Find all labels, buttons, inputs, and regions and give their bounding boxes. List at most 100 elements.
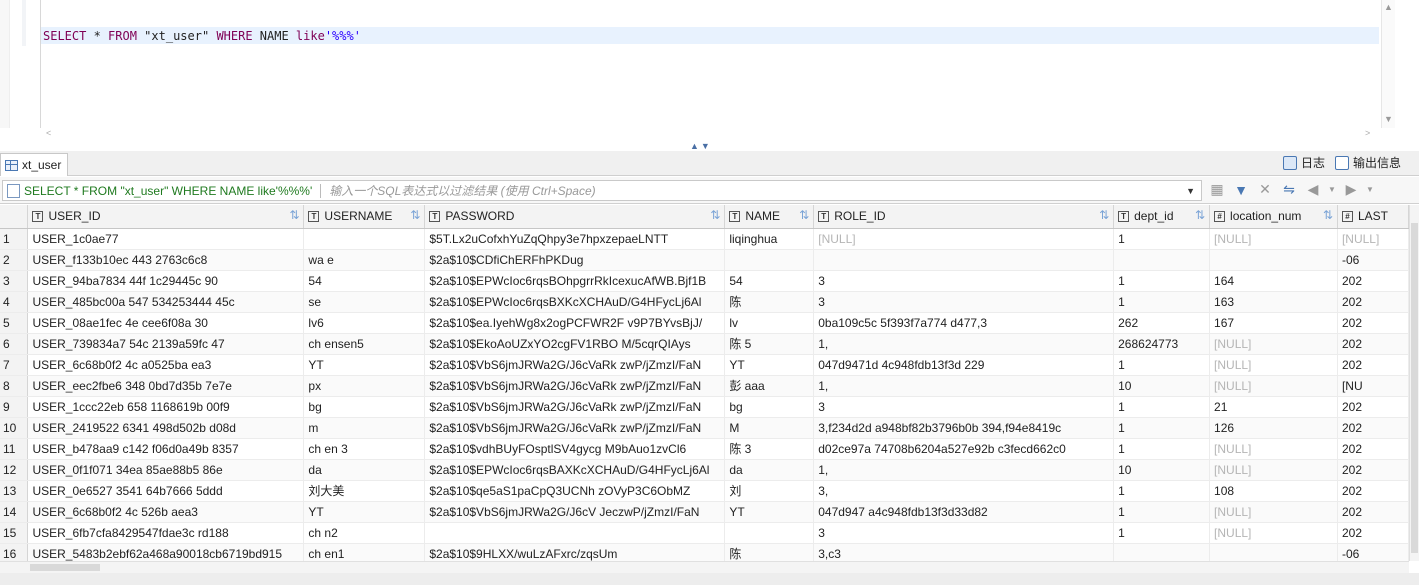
scroll-down-icon[interactable]: ▼ xyxy=(1384,114,1393,124)
table-cell[interactable]: 1 xyxy=(1113,438,1211,460)
table-row[interactable]: 11 USER_b478aa9 c142 f06d0a49b 8357 ch en … xyxy=(0,438,1409,460)
table-cell[interactable]: 1 xyxy=(1113,291,1211,313)
table-cell[interactable]: 21 xyxy=(1209,396,1338,418)
table-cell[interactable] xyxy=(1113,543,1211,561)
table-cell[interactable]: [NULL] xyxy=(1337,228,1409,250)
scroll-thumb[interactable] xyxy=(1411,223,1418,553)
table-cell[interactable]: 1 xyxy=(1113,480,1211,502)
table-cell[interactable]: [NULL] xyxy=(1209,228,1338,250)
table-cell[interactable]: [NU xyxy=(1337,375,1409,397)
table-cell[interactable]: 陈 3 xyxy=(724,438,815,460)
row-number[interactable]: 14 xyxy=(0,501,29,523)
table-cell[interactable]: 彭 aaa xyxy=(724,375,815,397)
sort-icon[interactable]: ⇅ xyxy=(410,208,420,222)
back-arrow-icon[interactable]: ◀ xyxy=(1304,181,1322,198)
table-cell[interactable]: ch en 3 xyxy=(303,438,426,460)
table-cell[interactable]: [NULL] xyxy=(1209,501,1338,523)
table-cell[interactable]: 202 xyxy=(1337,480,1409,502)
table-cell[interactable]: 047d9471d 4c948fdb13f3d 229 xyxy=(813,354,1115,376)
table-cell[interactable]: USER_5483b2ebf62a468a90018cb6719bd915 xyxy=(27,543,305,561)
table-cell[interactable]: $2a$10$VbS6jmJRWa2G/J6cVaRk zwP/jZmzI/Fa… xyxy=(424,417,726,439)
table-cell[interactable]: d02ce97a 74708b6204a527e92b c3fecd662c0 xyxy=(813,438,1115,460)
table-cell[interactable] xyxy=(1113,249,1211,271)
table-cell[interactable]: 1 xyxy=(1113,228,1211,250)
table-cell[interactable]: 202 xyxy=(1337,270,1409,292)
table-cell[interactable]: 262 xyxy=(1113,312,1211,334)
grid-vertical-scrollbar[interactable] xyxy=(1409,205,1419,561)
table-cell[interactable]: 047d947 a4c948fdb13f3d33d82 xyxy=(813,501,1115,523)
column-header[interactable]: Tdept_id ⇅ xyxy=(1113,205,1211,229)
row-number[interactable]: 8 xyxy=(0,375,29,397)
sql-editor[interactable]: SELECT * FROM "xt_user" WHERE NAME like'… xyxy=(0,0,1419,140)
table-cell[interactable]: px xyxy=(303,375,426,397)
save-filter-icon[interactable]: ▦ xyxy=(1208,181,1226,198)
table-cell[interactable]: USER_08ae1fec 4e cee6f08a 30 xyxy=(27,312,305,334)
table-cell[interactable]: 1, xyxy=(813,459,1115,481)
table-cell[interactable]: ch ensen5 xyxy=(303,333,426,355)
table-cell[interactable]: USER_6c68b0f2 4c 526b aea3 xyxy=(27,501,305,523)
table-cell[interactable]: USER_739834a7 54c 2139a59fc 47 xyxy=(27,333,305,355)
column-header[interactable]: T USER_ID ⇅ xyxy=(27,205,305,229)
table-cell[interactable]: 202 xyxy=(1337,459,1409,481)
table-cell[interactable]: [NULL] xyxy=(1209,333,1338,355)
table-cell[interactable]: USER_eec2fbe6 348 0bd7d35b 7e7e xyxy=(27,375,305,397)
table-cell[interactable]: 268624773 xyxy=(1113,333,1211,355)
table-row[interactable]: 15 USER_6fb7cfa8429547fdae3c rd188 ch n2 3 1… xyxy=(0,522,1409,544)
table-cell[interactable] xyxy=(724,249,815,271)
row-number[interactable]: 11 xyxy=(0,438,29,460)
table-cell[interactable]: liqinghua xyxy=(724,228,815,250)
sort-icon[interactable]: ⇅ xyxy=(1099,208,1109,222)
row-number[interactable]: 9 xyxy=(0,396,29,418)
table-cell[interactable]: 164 xyxy=(1209,270,1338,292)
table-cell[interactable]: 3 xyxy=(813,396,1115,418)
scroll-left-icon[interactable]: < xyxy=(46,128,51,138)
table-cell[interactable]: M xyxy=(724,417,815,439)
table-cell[interactable]: 陈 xyxy=(724,543,815,561)
table-cell[interactable]: 202 xyxy=(1337,438,1409,460)
table-cell[interactable]: 1 xyxy=(1113,354,1211,376)
table-cell[interactable]: 163 xyxy=(1209,291,1338,313)
table-cell[interactable]: 202 xyxy=(1337,291,1409,313)
table-cell[interactable]: 3 xyxy=(813,270,1115,292)
refresh-icon[interactable]: ⇋ xyxy=(1280,181,1298,198)
table-cell[interactable]: $2a$10$vdhBUyFOsptlSV4gycg M9bAuo1zvCl6 xyxy=(424,438,726,460)
sort-icon[interactable]: ⇅ xyxy=(1195,208,1205,222)
table-row[interactable]: 3 USER_94ba7834 44f 1c29445c 90 54 $2a$10$E… xyxy=(0,270,1409,292)
editor-vertical-scrollbar[interactable] xyxy=(1381,0,1395,128)
table-row[interactable]: 16 USER_5483b2ebf62a468a90018cb6719bd915 c… xyxy=(0,543,1409,561)
row-number[interactable]: 5 xyxy=(0,312,29,334)
table-cell[interactable]: 54 xyxy=(724,270,815,292)
table-cell[interactable]: $2a$10$EPWcIoc6rqsBAXKcXCHAuD/G4HFycLj6A… xyxy=(424,459,726,481)
scroll-right-icon[interactable]: > xyxy=(1365,128,1370,138)
sort-icon[interactable]: ⇅ xyxy=(799,208,809,222)
forward-dropdown-icon[interactable]: ▼ xyxy=(1366,185,1374,194)
table-cell[interactable]: 3,f234d2d a948bf82b3796b0b 394,f94e8419c xyxy=(813,417,1115,439)
row-number[interactable]: 13 xyxy=(0,480,29,502)
table-cell[interactable]: $2a$10$qe5aS1paCpQ3UCNh zOVyP3C6ObMZ xyxy=(424,480,726,502)
table-row[interactable]: 4 USER_485bc00a 547 534253444 45c se $2a$10… xyxy=(0,291,1409,313)
table-cell[interactable] xyxy=(1209,543,1338,561)
back-dropdown-icon[interactable]: ▼ xyxy=(1328,185,1336,194)
table-cell[interactable]: 0ba109c5c 5f393f7a774 d477,3 xyxy=(813,312,1115,334)
table-cell[interactable]: 202 xyxy=(1337,312,1409,334)
sort-icon[interactable]: ⇅ xyxy=(289,208,299,222)
table-cell[interactable]: $2a$10$VbS6jmJRWa2G/J6cVaRk zwP/jZmzI/Fa… xyxy=(424,396,726,418)
table-cell[interactable]: USER_6fb7cfa8429547fdae3c rd188 xyxy=(27,522,305,544)
table-cell[interactable]: $2a$10$VbS6jmJRWa2G/J6cVaRk zwP/jZmzI/Fa… xyxy=(424,375,726,397)
table-cell[interactable]: [NULL] xyxy=(1209,522,1338,544)
table-row[interactable]: 6 USER_739834a7 54c 2139a59fc 47 ch ensen5… xyxy=(0,333,1409,355)
table-cell[interactable]: USER_0e6527 3541 64b7666 5ddd xyxy=(27,480,305,502)
row-number[interactable]: 3 xyxy=(0,270,29,292)
row-number[interactable]: 16 xyxy=(0,543,29,561)
table-cell[interactable]: bg xyxy=(724,396,815,418)
table-row[interactable]: 9 USER_1ccc22eb 658 1168619b 00f9 bg $2a$10… xyxy=(0,396,1409,418)
row-number[interactable]: 4 xyxy=(0,291,29,313)
table-cell[interactable]: USER_6c68b0f2 4c a0525ba ea3 xyxy=(27,354,305,376)
table-cell[interactable]: lv xyxy=(724,312,815,334)
table-cell[interactable]: 202 xyxy=(1337,501,1409,523)
table-row[interactable]: 5 USER_08ae1fec 4e cee6f08a 30 lv6 $2a$10$e… xyxy=(0,312,1409,334)
column-header[interactable]: T USERNAME ⇅ xyxy=(303,205,426,229)
table-cell[interactable]: USER_485bc00a 547 534253444 45c xyxy=(27,291,305,313)
table-cell[interactable]: [NULL] xyxy=(1209,438,1338,460)
table-cell[interactable]: 3,c3 xyxy=(813,543,1115,561)
